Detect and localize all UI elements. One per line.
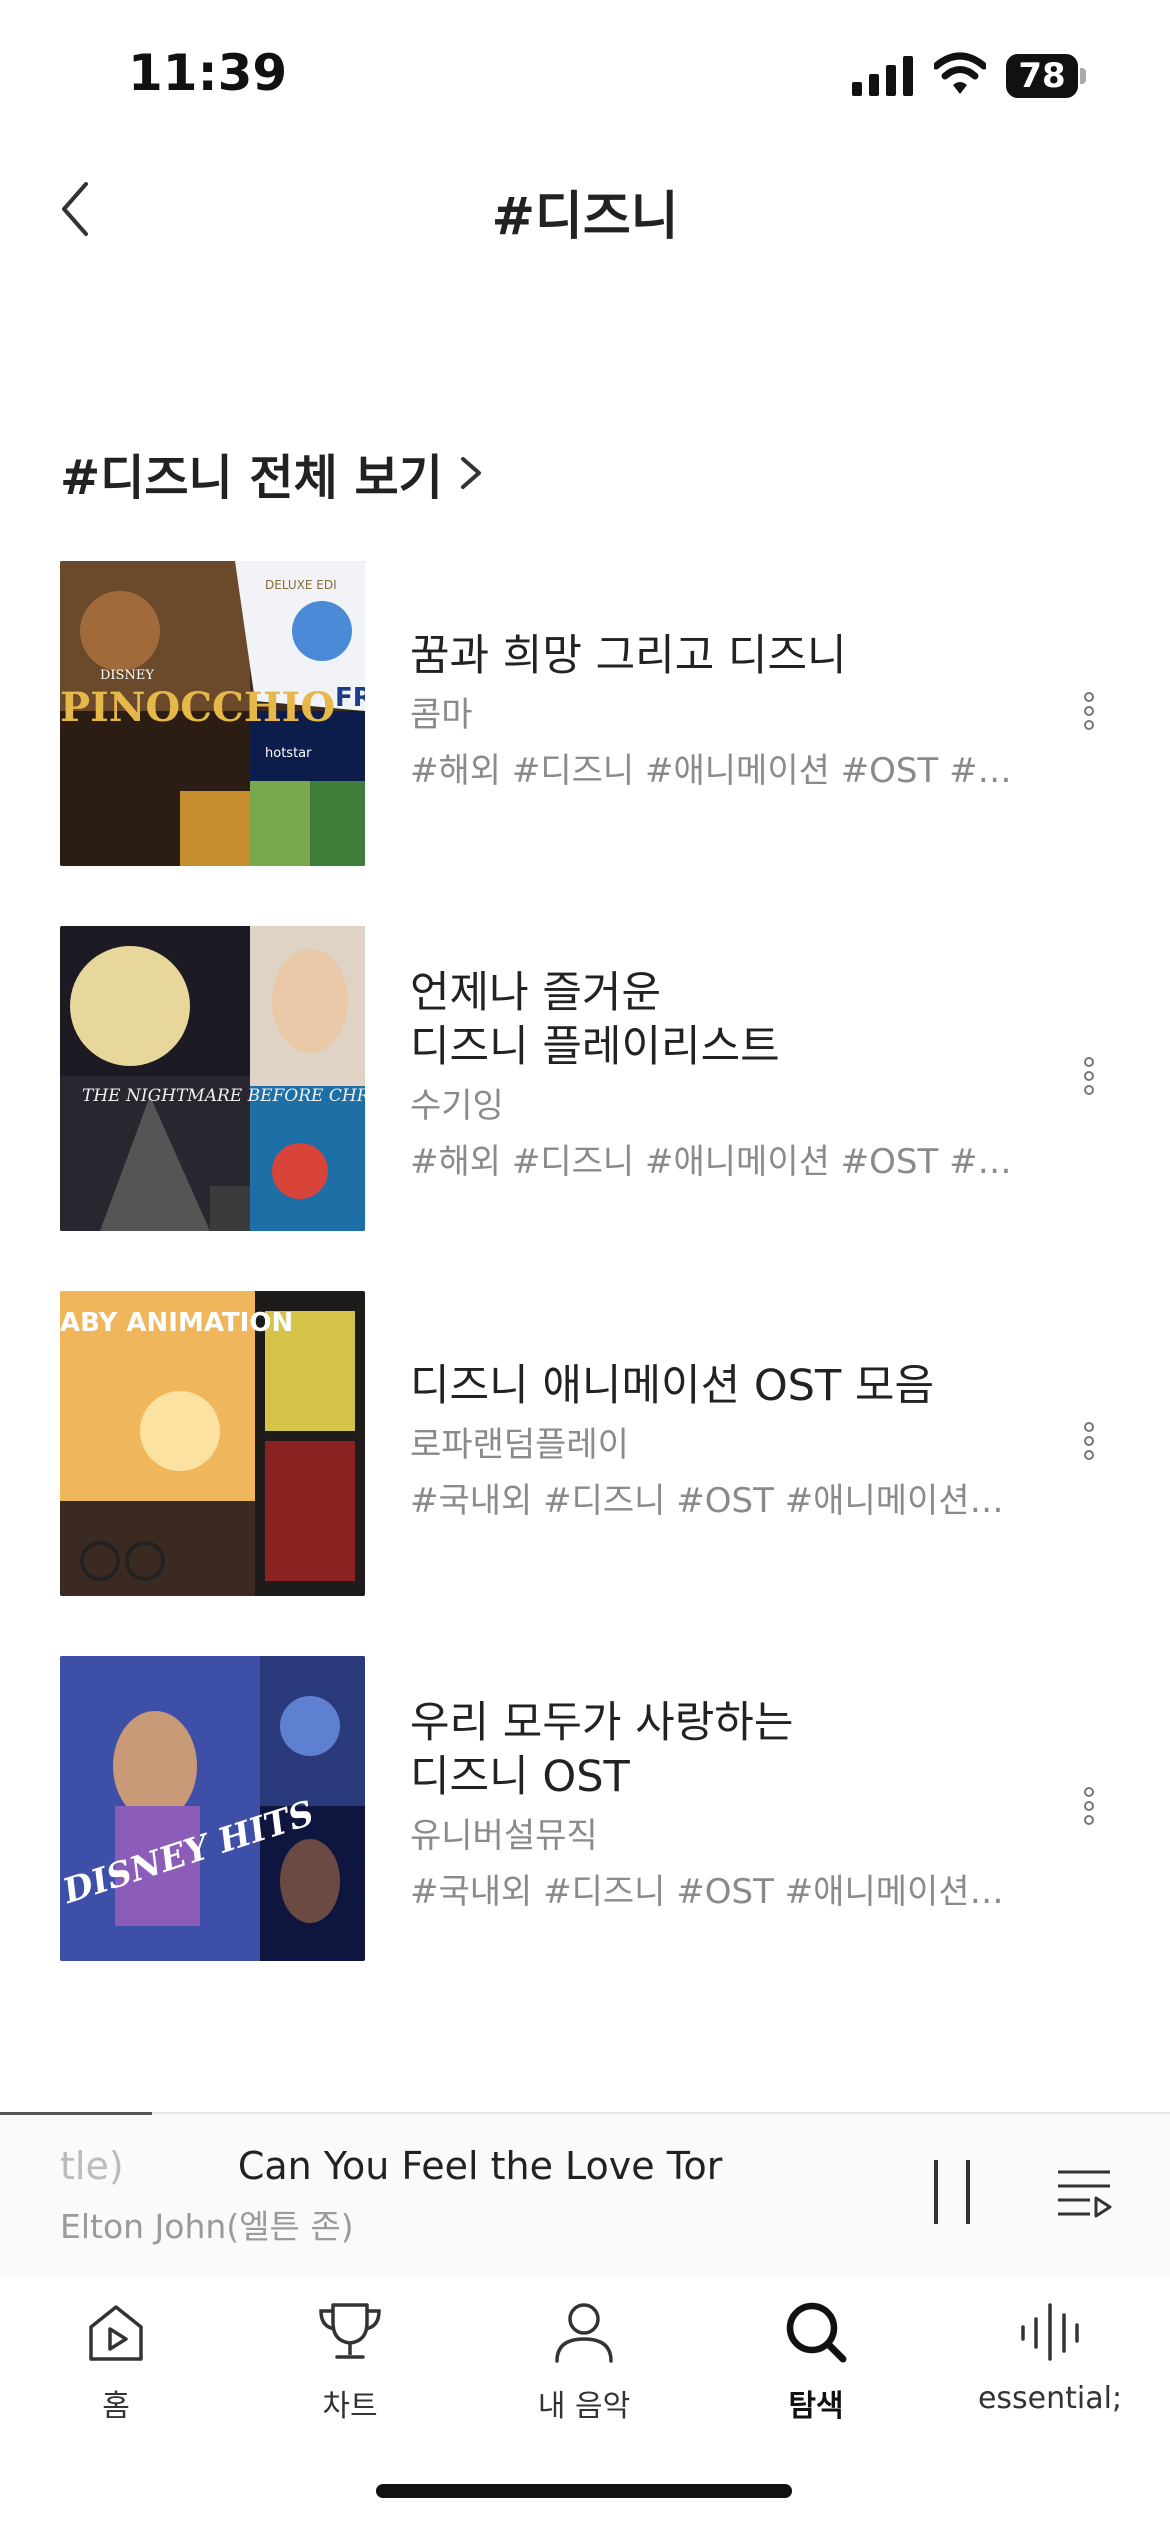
trophy-icon	[319, 2303, 381, 2359]
view-all-link[interactable]: #디즈니 전체 보기	[60, 438, 485, 508]
dot-icon	[1084, 1085, 1094, 1095]
cover-text: PINOCCHIO	[60, 684, 335, 731]
tab-label: 홈	[102, 2389, 130, 2424]
playlist-info: 우리 모두가 사랑하는 디즈니 OST 유니버설뮤직 #국내외 #디즈니 #OS…	[410, 1696, 1060, 1914]
playlist-author: 유니버설뮤직	[410, 1816, 598, 1856]
waveform-icon	[1021, 2303, 1079, 2361]
tab-label: essential;	[977, 2381, 1123, 2416]
status-bar: 11:39 78	[0, 0, 1170, 150]
playlist-item[interactable]: THE NIGHTMARE BEFORE CHRISTMAS 언제나 즐거운 디…	[0, 926, 1170, 1231]
cellular-signal-icon	[852, 56, 913, 96]
tab-label: 내 음악	[537, 2389, 631, 2424]
pause-bar	[966, 2160, 970, 2224]
dot-icon	[1084, 720, 1094, 730]
dot-icon	[1084, 706, 1094, 716]
battery-cap	[1080, 68, 1086, 84]
playlist-item[interactable]: ABY ANIMATION 디즈니 애니메이션 OST 모음 로파랜덤플레이 #…	[0, 1291, 1170, 1596]
tab-essential[interactable]: essential;	[950, 2297, 1150, 2416]
playlist-cover-image: PINOCCHIO DISNEY DELUXE EDI hotstar FR	[60, 561, 365, 866]
tab-label: 차트	[322, 2389, 378, 2424]
wifi-icon	[934, 52, 986, 94]
dot-icon	[1084, 1436, 1094, 1446]
cover-text: ABY ANIMATION	[60, 1308, 293, 1338]
playlist-tags: #해외 #디즈니 #애니메이션 #OST #…	[410, 1142, 1012, 1182]
playlist-item[interactable]: DISNEY HITS 우리 모두가 사랑하는 디즈니 OST 유니버설뮤직 #…	[0, 1656, 1170, 1961]
dot-icon	[1084, 1057, 1094, 1067]
playlist-info: 언제나 즐거운 디즈니 플레이리스트 수기잉 #해외 #디즈니 #애니메이션 #…	[410, 966, 1060, 1184]
tab-my-music[interactable]: 내 음악	[484, 2297, 684, 2425]
cover-text: DISNEY	[100, 668, 154, 683]
mini-player[interactable]: tle) Can You Feel the Love Tor Elton Joh…	[0, 2112, 1170, 2277]
more-options-button[interactable]	[1074, 689, 1104, 749]
chevron-right-icon	[460, 457, 481, 489]
playlist-title: 언제나 즐거운 디즈니 플레이리스트	[410, 968, 780, 1072]
playback-progress-bar[interactable]	[0, 2112, 153, 2115]
dot-icon	[1084, 1815, 1094, 1825]
cover-text: THE NIGHTMARE BEFORE CHRISTMAS	[82, 1086, 365, 1106]
home-indicator	[376, 2484, 792, 2498]
dot-icon	[1084, 692, 1094, 702]
tab-home[interactable]: 홈	[16, 2297, 216, 2425]
now-playing-title-prefix: tle)	[60, 2144, 124, 2188]
battery-level: 78	[1006, 54, 1078, 98]
now-playing-title: tle) Can You Feel the Love Tor	[60, 2144, 740, 2188]
now-playing-title-text: Can You Feel the Love Tor	[237, 2144, 723, 2188]
more-options-button[interactable]	[1074, 1419, 1104, 1479]
playlist-title: 우리 모두가 사랑하는 디즈니 OST	[410, 1698, 794, 1802]
playlist-item[interactable]: PINOCCHIO DISNEY DELUXE EDI hotstar FR 꿈…	[0, 561, 1170, 866]
pause-bar	[934, 2160, 938, 2224]
person-icon	[555, 2303, 613, 2363]
playlist-tags: #국내외 #디즈니 #OST #애니메이션…	[410, 1872, 1004, 1912]
playlist-info: 디즈니 애니메이션 OST 모음 로파랜덤플레이 #국내외 #디즈니 #OST …	[410, 1359, 1060, 1523]
playlist-info: 꿈과 희망 그리고 디즈니 콤마 #해외 #디즈니 #애니메이션 #OST #…	[410, 629, 1060, 793]
playlist-tags: #국내외 #디즈니 #OST #애니메이션…	[410, 1481, 1004, 1521]
playlist-author: 수기잉	[410, 1086, 504, 1126]
now-playing-artist: Elton John(엘튼 존)	[60, 2207, 354, 2246]
playlist-cover-image: ABY ANIMATION	[60, 1291, 365, 1596]
dot-icon	[1084, 1801, 1094, 1811]
dot-icon	[1084, 1071, 1094, 1081]
more-options-button[interactable]	[1074, 1054, 1104, 1114]
cover-text: DELUXE EDI	[265, 578, 337, 592]
cover-text: hotstar	[265, 746, 312, 761]
dot-icon	[1084, 1422, 1094, 1432]
dot-icon	[1084, 1450, 1094, 1460]
tab-search[interactable]: 탐색	[716, 2297, 916, 2425]
playlist-title: 디즈니 애니메이션 OST 모음	[410, 1361, 935, 1411]
playlist-queue-button[interactable]	[1056, 2164, 1112, 2220]
section-title: #디즈니 전체 보기	[60, 450, 443, 506]
dot-icon	[1084, 1787, 1094, 1797]
playlist-author: 로파랜덤플레이	[410, 1425, 629, 1465]
pause-button[interactable]	[930, 2160, 974, 2224]
page-title: #디즈니	[491, 187, 679, 247]
home-play-icon	[89, 2305, 143, 2361]
tab-chart[interactable]: 차트	[250, 2297, 450, 2425]
header: #디즈니	[0, 150, 1170, 270]
status-time: 11:39	[128, 44, 288, 102]
search-icon	[786, 2302, 847, 2363]
playlist-title: 꿈과 희망 그리고 디즈니	[410, 631, 847, 681]
playlist-cover-image: THE NIGHTMARE BEFORE CHRISTMAS	[60, 926, 365, 1231]
battery-indicator: 78	[1006, 54, 1086, 98]
more-options-button[interactable]	[1074, 1784, 1104, 1844]
playlist-author: 콤마	[410, 695, 473, 735]
cover-text: FR	[335, 683, 365, 713]
playlist-tags: #해외 #디즈니 #애니메이션 #OST #…	[410, 751, 1012, 791]
tab-label: 탐색	[788, 2389, 844, 2424]
playlist-cover-image: DISNEY HITS	[60, 1656, 365, 1961]
